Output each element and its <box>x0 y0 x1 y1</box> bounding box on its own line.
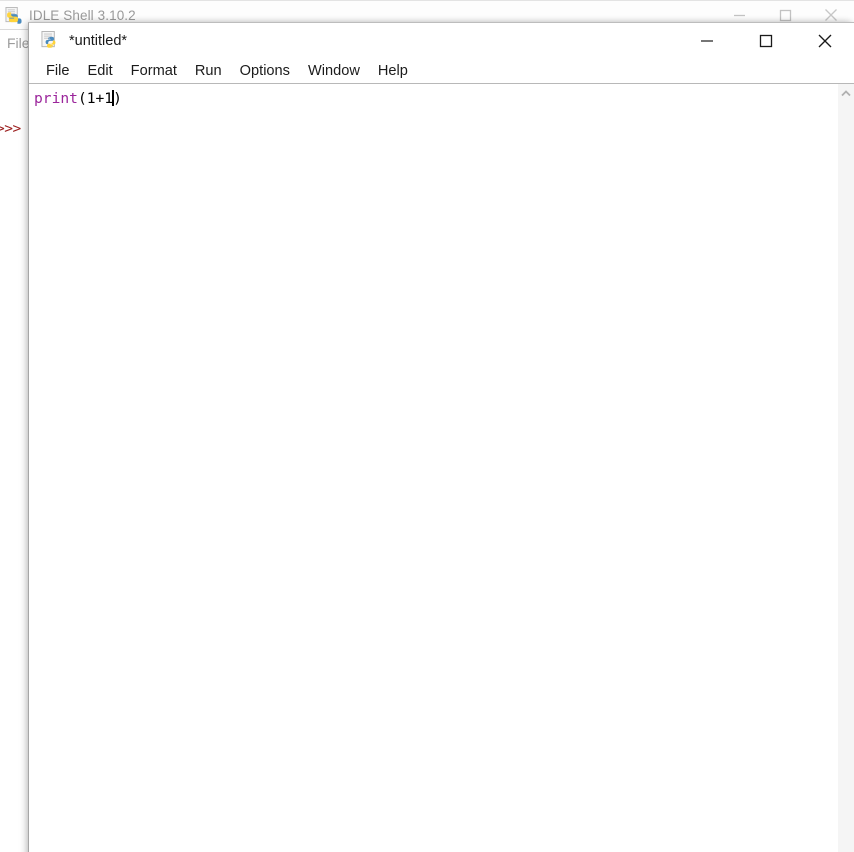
editor-maximize-button[interactable] <box>736 23 795 58</box>
shell-prompt: >>> <box>0 121 21 137</box>
code-line-1: print(1+1) <box>34 88 837 109</box>
editor-window[interactable]: *untitled* File Edit Format Run Options … <box>28 22 854 852</box>
shell-title-text: IDLE Shell 3.10.2 <box>29 8 136 23</box>
code-token-args-before-caret: (1+1 <box>78 90 113 107</box>
editor-minimize-button[interactable] <box>677 23 736 58</box>
python-idle-icon <box>41 31 60 50</box>
screen: IDLE Shell 3.10.2 File >>> <box>0 0 854 852</box>
editor-title-text: *untitled* <box>69 33 127 49</box>
editor-menu-item-format[interactable]: Format <box>125 62 183 80</box>
editor-menubar: File Edit Format Run Options Window Help <box>29 58 854 83</box>
editor-window-buttons <box>677 23 854 58</box>
editor-titlebar[interactable]: *untitled* <box>29 23 854 58</box>
editor-menu-item-options[interactable]: Options <box>234 62 296 80</box>
editor-body: print(1+1) <box>29 83 854 852</box>
python-idle-icon <box>5 7 22 24</box>
code-token-args-after-caret: ) <box>113 90 122 107</box>
editor-menu-item-window[interactable]: Window <box>302 62 366 80</box>
editor-menu-item-run[interactable]: Run <box>189 62 228 80</box>
editor-close-button[interactable] <box>795 23 854 58</box>
editor-menu-item-file[interactable]: File <box>40 62 76 80</box>
code-editor-text-area[interactable]: print(1+1) <box>29 84 837 852</box>
code-token-print: print <box>34 90 78 107</box>
editor-menu-item-help[interactable]: Help <box>372 62 414 80</box>
editor-menu-item-edit[interactable]: Edit <box>82 62 119 80</box>
chevron-up-icon[interactable] <box>838 84 854 102</box>
editor-vertical-scrollbar[interactable] <box>837 84 854 852</box>
